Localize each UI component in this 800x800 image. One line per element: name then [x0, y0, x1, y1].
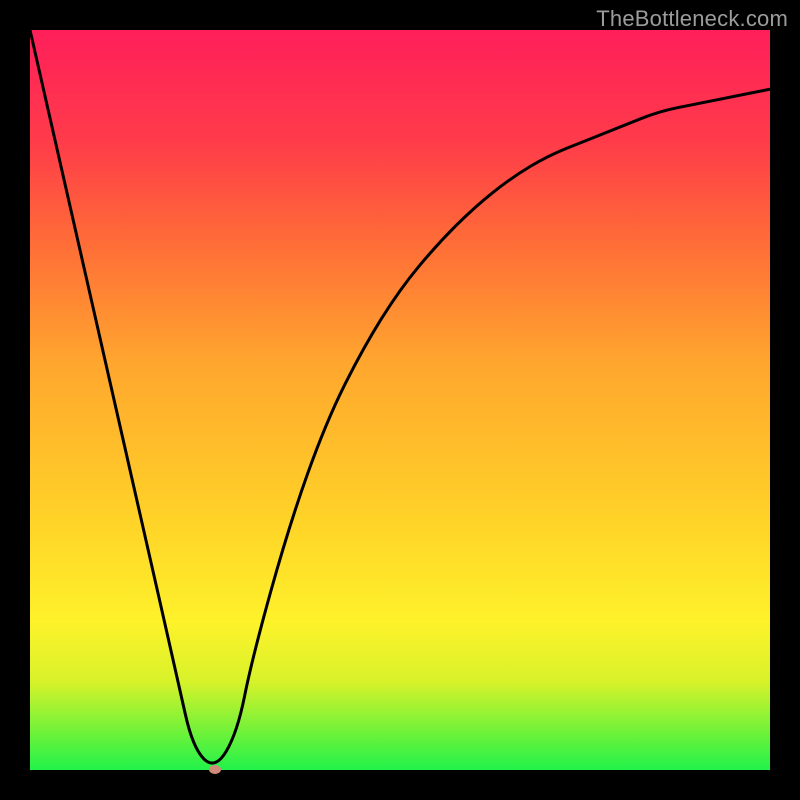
- bottleneck-curve: [30, 30, 770, 770]
- minimum-marker-icon: [209, 765, 221, 774]
- attribution-label: TheBottleneck.com: [596, 6, 788, 32]
- plot-background: [30, 30, 770, 770]
- chart-frame: TheBottleneck.com: [0, 0, 800, 800]
